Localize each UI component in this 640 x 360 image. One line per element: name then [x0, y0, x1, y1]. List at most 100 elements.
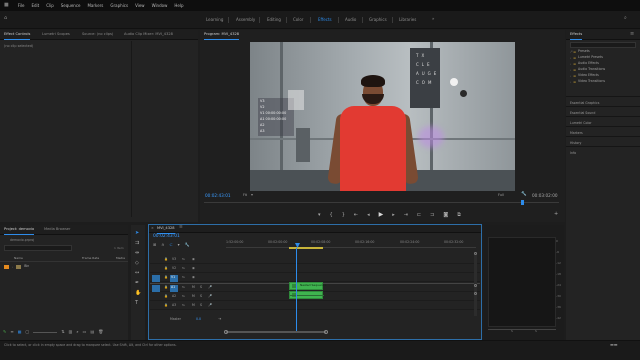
- zoom-handle-right[interactable]: [324, 330, 328, 334]
- mute-button[interactable]: M: [192, 303, 195, 307]
- timeline-ruler[interactable]: [226, 238, 476, 248]
- horizontal-scrollbar[interactable]: [226, 331, 326, 333]
- eye-icon[interactable]: ◉: [192, 257, 195, 261]
- panel-markers[interactable]: Markers: [566, 126, 640, 136]
- column-media[interactable]: Media: [116, 257, 125, 260]
- workspace-audio[interactable]: Audio: [345, 18, 356, 22]
- nest-icon[interactable]: ⊞: [153, 243, 156, 247]
- panel-essential-graphics[interactable]: Essential Graphics: [566, 96, 640, 106]
- column-name[interactable]: Name: [14, 257, 23, 260]
- audio-clip[interactable]: [289, 291, 324, 299]
- panel-menu-icon[interactable]: ≡: [630, 32, 634, 37]
- add-marker-icon[interactable]: ▾: [178, 243, 180, 247]
- search-bin-icon[interactable]: ⌕: [76, 330, 78, 334]
- selection-tool-icon[interactable]: ➤: [135, 231, 139, 236]
- work-area-bar[interactable]: [289, 247, 323, 249]
- zoom-handle-left[interactable]: [224, 330, 228, 334]
- mark-in-icon[interactable]: {: [330, 212, 333, 218]
- program-current-timecode[interactable]: 00:02:43:01: [205, 193, 231, 198]
- lift-icon[interactable]: ⊏: [417, 212, 421, 218]
- sync-lock-icon[interactable]: ⇆: [182, 257, 185, 261]
- lock-icon[interactable]: 🔒: [164, 294, 168, 298]
- track-label-v3[interactable]: V3: [172, 257, 176, 261]
- track-label-v1[interactable]: V1: [171, 275, 175, 279]
- pencil-icon[interactable]: ✎: [3, 330, 6, 334]
- step-back-icon[interactable]: ◂: [367, 212, 370, 218]
- microphone-icon[interactable]: 🎤: [208, 294, 212, 298]
- solo-button[interactable]: S: [200, 303, 202, 307]
- tab-project[interactable]: Project: demovio: [4, 227, 35, 234]
- panel-menu-icon[interactable]: ≡: [179, 225, 183, 231]
- type-tool-icon[interactable]: T: [135, 301, 138, 306]
- lock-icon[interactable]: 🔒: [164, 266, 168, 270]
- scrollbar-handle[interactable]: [474, 252, 477, 255]
- workspace-graphics[interactable]: Graphics: [369, 18, 387, 22]
- play-icon[interactable]: ▶: [379, 212, 384, 218]
- lock-icon[interactable]: 🔒: [164, 257, 168, 261]
- tab-sequence[interactable]: MVI_4328: [157, 226, 175, 233]
- meter-solo-left[interactable]: S: [511, 330, 513, 333]
- comparison-view-icon[interactable]: ⧉: [457, 212, 461, 218]
- menu-view[interactable]: View: [135, 3, 145, 8]
- track-label-v2[interactable]: V2: [172, 266, 176, 270]
- panel-info[interactable]: Info: [566, 146, 640, 156]
- scrollbar-handle[interactable]: [474, 292, 477, 295]
- zoom-fit-select[interactable]: Fit: [243, 193, 247, 197]
- column-frame-rate[interactable]: Frame Rate: [82, 257, 99, 260]
- pen-tool-icon[interactable]: ✒: [135, 281, 139, 286]
- project-search-input[interactable]: [4, 245, 72, 251]
- meter-solo-right[interactable]: S: [535, 330, 537, 333]
- close-icon[interactable]: ×: [151, 226, 154, 230]
- menu-help[interactable]: Help: [174, 3, 183, 8]
- menu-markers[interactable]: Markers: [87, 3, 103, 8]
- video-clip[interactable]: Nested Sequence: [289, 282, 326, 290]
- search-icon[interactable]: ⌕: [624, 16, 627, 21]
- workspace-editing[interactable]: Editing: [267, 18, 281, 22]
- sync-lock-icon[interactable]: ⇆: [182, 275, 185, 279]
- razor-icon[interactable]: ◇: [135, 261, 139, 266]
- linked-selection-icon[interactable]: ⊂: [169, 243, 172, 247]
- tab-media-browser[interactable]: Media Browser: [44, 227, 71, 232]
- lock-icon[interactable]: 🔒: [164, 275, 168, 279]
- snap-icon[interactable]: ∩: [161, 243, 164, 247]
- panel-lumetri-color[interactable]: Lumetri Color: [566, 116, 640, 126]
- solo-button[interactable]: S: [200, 294, 202, 298]
- eye-icon[interactable]: ◉: [192, 275, 195, 279]
- step-forward-icon[interactable]: ▸: [392, 212, 395, 218]
- track-label-a2[interactable]: A2: [172, 294, 176, 298]
- solo-button[interactable]: S: [200, 285, 202, 289]
- tab-source[interactable]: Source: (no clips): [82, 32, 113, 37]
- workspace-assembly[interactable]: Assembly: [236, 18, 255, 22]
- export-frame-icon[interactable]: ◙: [443, 212, 448, 218]
- program-playhead[interactable]: [521, 200, 524, 205]
- workspace-effects[interactable]: Effects: [318, 18, 332, 22]
- lock-icon[interactable]: 🔒: [164, 285, 168, 289]
- menu-file[interactable]: File: [18, 3, 25, 8]
- menu-clip[interactable]: Clip: [46, 3, 54, 8]
- source-patch-v1[interactable]: [152, 275, 160, 282]
- list-view-icon[interactable]: ≡: [10, 330, 13, 334]
- quality-select[interactable]: Full: [498, 193, 504, 197]
- master-volume-value[interactable]: 0.0: [196, 317, 201, 321]
- microphone-icon[interactable]: 🎤: [208, 303, 212, 307]
- sort-icon[interactable]: ⇅: [61, 330, 64, 334]
- freeform-view-icon[interactable]: ▢: [26, 330, 30, 334]
- thumbnail-size-slider[interactable]: [33, 331, 58, 333]
- effects-search-input[interactable]: [570, 42, 636, 48]
- mark-out-icon[interactable]: }: [342, 212, 345, 218]
- effects-panel-title[interactable]: Effects: [570, 32, 583, 39]
- fit-dropdown-icon[interactable]: ▾: [251, 193, 253, 197]
- sync-lock-icon[interactable]: ⇆: [182, 294, 185, 298]
- icon-view-icon[interactable]: ▦: [18, 330, 22, 334]
- source-patch-a1[interactable]: [152, 285, 160, 292]
- menu-edit[interactable]: Edit: [31, 3, 39, 8]
- track-label-a3[interactable]: A3: [172, 303, 176, 307]
- slip-tool-icon[interactable]: ↔: [135, 271, 139, 276]
- track-select-icon[interactable]: ⇉: [135, 241, 139, 246]
- sync-lock-icon[interactable]: ⇆: [182, 303, 185, 307]
- lock-icon[interactable]: 🔒: [164, 303, 168, 307]
- track-label-a1[interactable]: A1: [171, 285, 175, 289]
- progress-icon[interactable]: ▬▬: [610, 343, 618, 347]
- hand-tool-icon[interactable]: ✋: [135, 291, 141, 296]
- go-to-out-icon[interactable]: ⇥: [404, 212, 408, 218]
